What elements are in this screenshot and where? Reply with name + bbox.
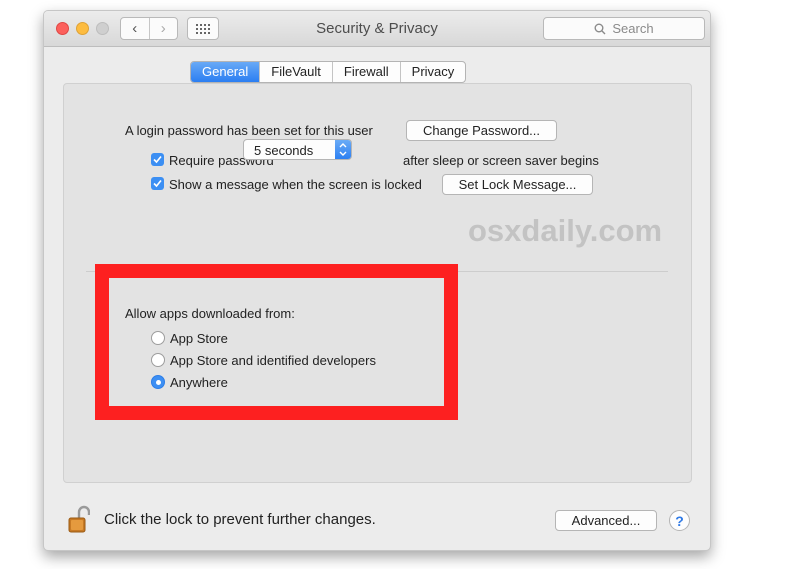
search-field[interactable]: Search [543, 17, 705, 40]
tab-firewall[interactable]: Firewall [331, 62, 400, 82]
require-password-suffix: after sleep or screen saver begins [403, 153, 599, 168]
lock-icon[interactable] [68, 505, 91, 538]
password-delay-select[interactable]: 5 seconds [243, 139, 352, 160]
highlight-box [95, 264, 458, 420]
password-delay-value: 5 seconds [254, 143, 314, 158]
tab-bar: General FileVault Firewall Privacy [190, 61, 467, 83]
show-message-label: Show a message when the screen is locked [169, 177, 422, 192]
set-lock-message-button[interactable]: Set Lock Message... [442, 174, 593, 195]
tab-general[interactable]: General [191, 62, 260, 82]
change-password-button[interactable]: Change Password... [406, 120, 557, 141]
require-password-checkbox[interactable] [151, 153, 164, 166]
checkmark-icon [153, 155, 162, 164]
login-password-text: A login password has been set for this u… [125, 123, 373, 138]
watermark-text: osxdaily.com [468, 213, 663, 248]
stepper-arrows-icon [335, 140, 351, 159]
tab-privacy[interactable]: Privacy [399, 62, 466, 82]
show-message-checkbox[interactable] [151, 177, 164, 190]
search-placeholder: Search [612, 21, 654, 36]
title-bar: ‹ › Security & Privacy Search [44, 11, 710, 47]
checkmark-icon [153, 179, 162, 188]
search-icon [594, 23, 606, 34]
help-button[interactable]: ? [669, 510, 690, 531]
tab-filevault[interactable]: FileVault [259, 62, 332, 82]
advanced-button[interactable]: Advanced... [555, 510, 657, 531]
lock-message: Click the lock to prevent further change… [104, 511, 376, 528]
